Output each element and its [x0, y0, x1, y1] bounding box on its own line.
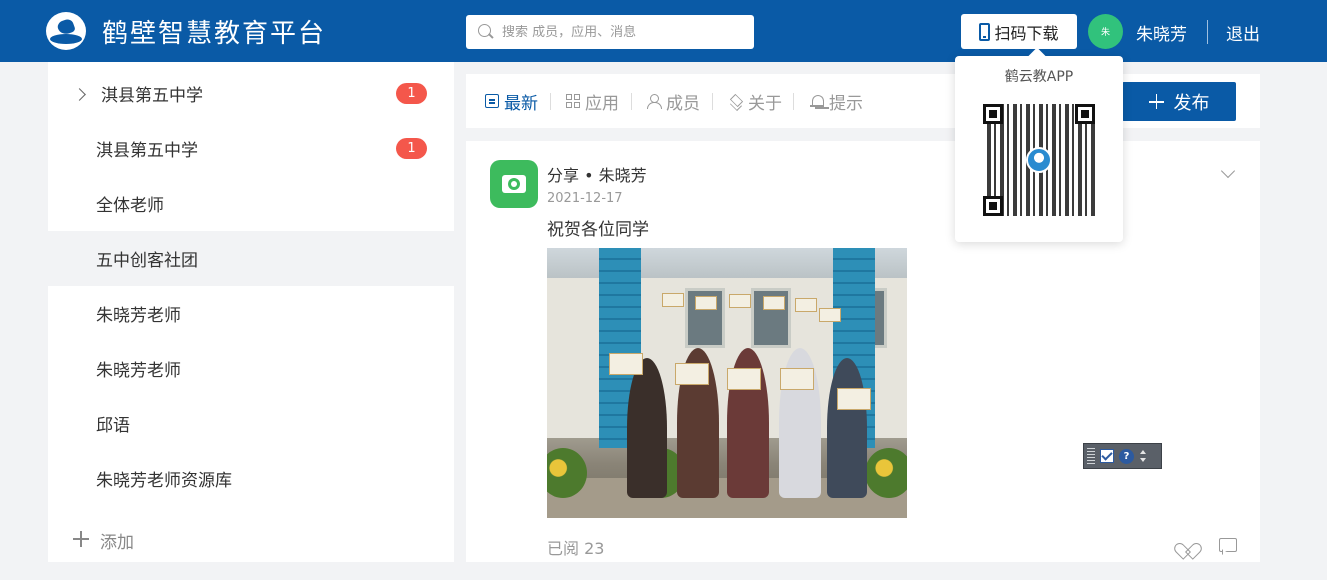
sidebar-item-qiuyu[interactable]: 邱语	[48, 396, 454, 451]
tab-label: 应用	[585, 93, 619, 114]
chevron-right-icon[interactable]	[73, 88, 86, 101]
photo-students	[587, 293, 887, 518]
user-icon	[647, 94, 662, 109]
tab-divider	[793, 93, 794, 110]
sidebar-item-teacher-zhu-1[interactable]: 朱晓芳老师	[48, 286, 454, 341]
tab-latest[interactable]: 最新	[485, 91, 538, 114]
tab-label: 最新	[504, 93, 538, 114]
sidebar-item-school[interactable]: 淇县第五中学 1	[48, 121, 454, 176]
header-divider	[1207, 20, 1208, 44]
sidebar-item-label: 朱晓芳老师	[96, 306, 181, 326]
user-name[interactable]: 朱晓芳	[1136, 20, 1187, 45]
plus-icon	[1148, 94, 1164, 109]
search-box[interactable]	[466, 15, 754, 49]
feed-post: 分享 • 朱晓芳 2021-12-17 祝贺各位同学 已阅 23	[466, 141, 1260, 562]
tab-divider	[712, 93, 713, 110]
top-header: 鹤壁智慧教育平台 扫码下载 朱 朱晓芳 退出	[0, 0, 1327, 62]
sidebar-item-school-group[interactable]: 淇县第五中学 1	[48, 66, 454, 121]
search-input[interactable]	[502, 24, 742, 40]
add-group-button[interactable]: 添加	[48, 517, 454, 562]
sidebar-item-label: 朱晓芳老师	[96, 361, 181, 381]
sidebar-item-label: 邱语	[96, 416, 130, 436]
publish-button[interactable]: 发布	[1122, 82, 1236, 121]
phone-icon	[979, 22, 991, 41]
checkbox-icon[interactable]	[1100, 449, 1114, 463]
tab-members[interactable]: 成员	[647, 91, 700, 114]
post-photo[interactable]	[547, 248, 907, 518]
tab-divider	[550, 93, 551, 110]
unread-badge: 1	[396, 83, 427, 104]
floating-toolbar[interactable]: ?	[1083, 443, 1162, 469]
tab-label: 成员	[666, 93, 700, 114]
post-text: 祝贺各位同学	[547, 220, 649, 240]
camera-icon	[502, 175, 526, 193]
logo-icon	[46, 12, 86, 50]
plus-icon	[73, 531, 89, 547]
platform-title: 鹤壁智慧教育平台	[102, 18, 327, 49]
sidebar-item-maker-club[interactable]: 五中创客社团	[48, 231, 454, 286]
logo[interactable]: 鹤壁智慧教育平台	[46, 12, 326, 50]
logout-link[interactable]: 退出	[1226, 20, 1260, 45]
scan-download-button[interactable]: 扫码下载	[961, 14, 1077, 49]
tab-tips[interactable]: 提示	[810, 91, 863, 114]
qr-popup-title: 鹤云教APP	[1004, 69, 1074, 85]
sidebar-item-label: 淇县第五中学	[101, 86, 203, 106]
scan-download-label: 扫码下载	[994, 23, 1059, 43]
publish-label: 发布	[1173, 92, 1210, 114]
chevron-down-icon[interactable]	[1220, 163, 1236, 179]
search-icon	[478, 24, 494, 40]
tab-about[interactable]: 关于	[729, 91, 782, 114]
app-logo-icon	[1026, 147, 1052, 173]
tab-divider	[631, 93, 632, 110]
drag-handle-icon[interactable]	[1087, 448, 1095, 464]
spinner-arrows-icon[interactable]	[1139, 449, 1147, 463]
tab-label: 提示	[829, 93, 863, 114]
sidebar-item-label: 全体老师	[96, 196, 164, 216]
sidebar: 淇县第五中学 1 淇县第五中学 1 全体老师 五中创客社团 朱晓芳老师 朱晓芳老…	[48, 62, 454, 562]
read-count: 已阅 23	[547, 539, 605, 558]
post-type-badge	[490, 160, 538, 208]
document-icon	[485, 94, 499, 108]
bell-icon	[810, 94, 824, 108]
sidebar-item-all-teachers[interactable]: 全体老师	[48, 176, 454, 231]
sidebar-item-label: 淇县第五中学	[96, 141, 198, 161]
help-icon[interactable]: ?	[1119, 448, 1134, 464]
qr-code-icon	[983, 104, 1095, 216]
unread-badge: 1	[396, 138, 427, 159]
sidebar-item-label: 朱晓芳老师资源库	[96, 471, 232, 491]
tab-apps[interactable]: 应用	[566, 91, 619, 114]
layers-icon	[729, 94, 743, 108]
post-date: 2021-12-17	[547, 191, 623, 206]
qr-download-popup: 鹤云教APP	[955, 56, 1123, 242]
avatar[interactable]: 朱	[1088, 14, 1123, 49]
sidebar-item-label: 五中创客社团	[96, 251, 198, 271]
post-author-line: 分享 • 朱晓芳	[547, 166, 647, 185]
sidebar-item-teacher-zhu-2[interactable]: 朱晓芳老师	[48, 341, 454, 396]
comment-icon[interactable]	[1219, 538, 1237, 552]
add-label: 添加	[100, 533, 134, 553]
like-icon[interactable]	[1178, 536, 1196, 552]
tab-label: 关于	[748, 93, 782, 114]
grid-icon	[566, 94, 580, 108]
sidebar-item-resource-library[interactable]: 朱晓芳老师资源库	[48, 451, 454, 506]
